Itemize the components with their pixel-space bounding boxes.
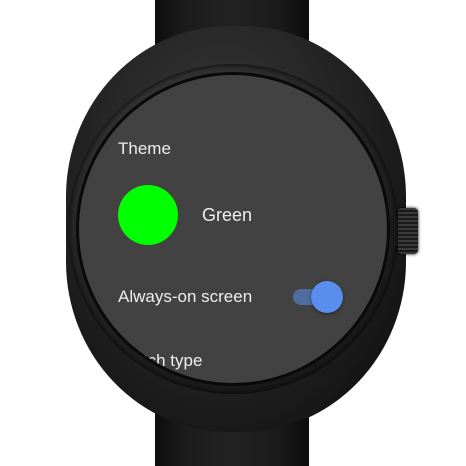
always-on-screen-label: Always-on screen — [118, 287, 253, 306]
watch-screen: Theme Green Always-on screen Watch type — [79, 75, 387, 383]
watch-crown-button[interactable] — [398, 208, 418, 254]
watch-device: Theme Green Always-on screen Watch type — [0, 0, 466, 466]
always-on-screen-setting[interactable]: Always-on screen — [79, 275, 387, 319]
toggle-thumb — [311, 281, 343, 313]
theme-section-title: Theme — [118, 139, 171, 158]
theme-color-name[interactable]: Green — [202, 205, 252, 226]
always-on-screen-toggle[interactable] — [291, 281, 345, 313]
watch-type-section-title: Watch type — [118, 351, 203, 370]
theme-color-swatch[interactable] — [118, 185, 178, 245]
